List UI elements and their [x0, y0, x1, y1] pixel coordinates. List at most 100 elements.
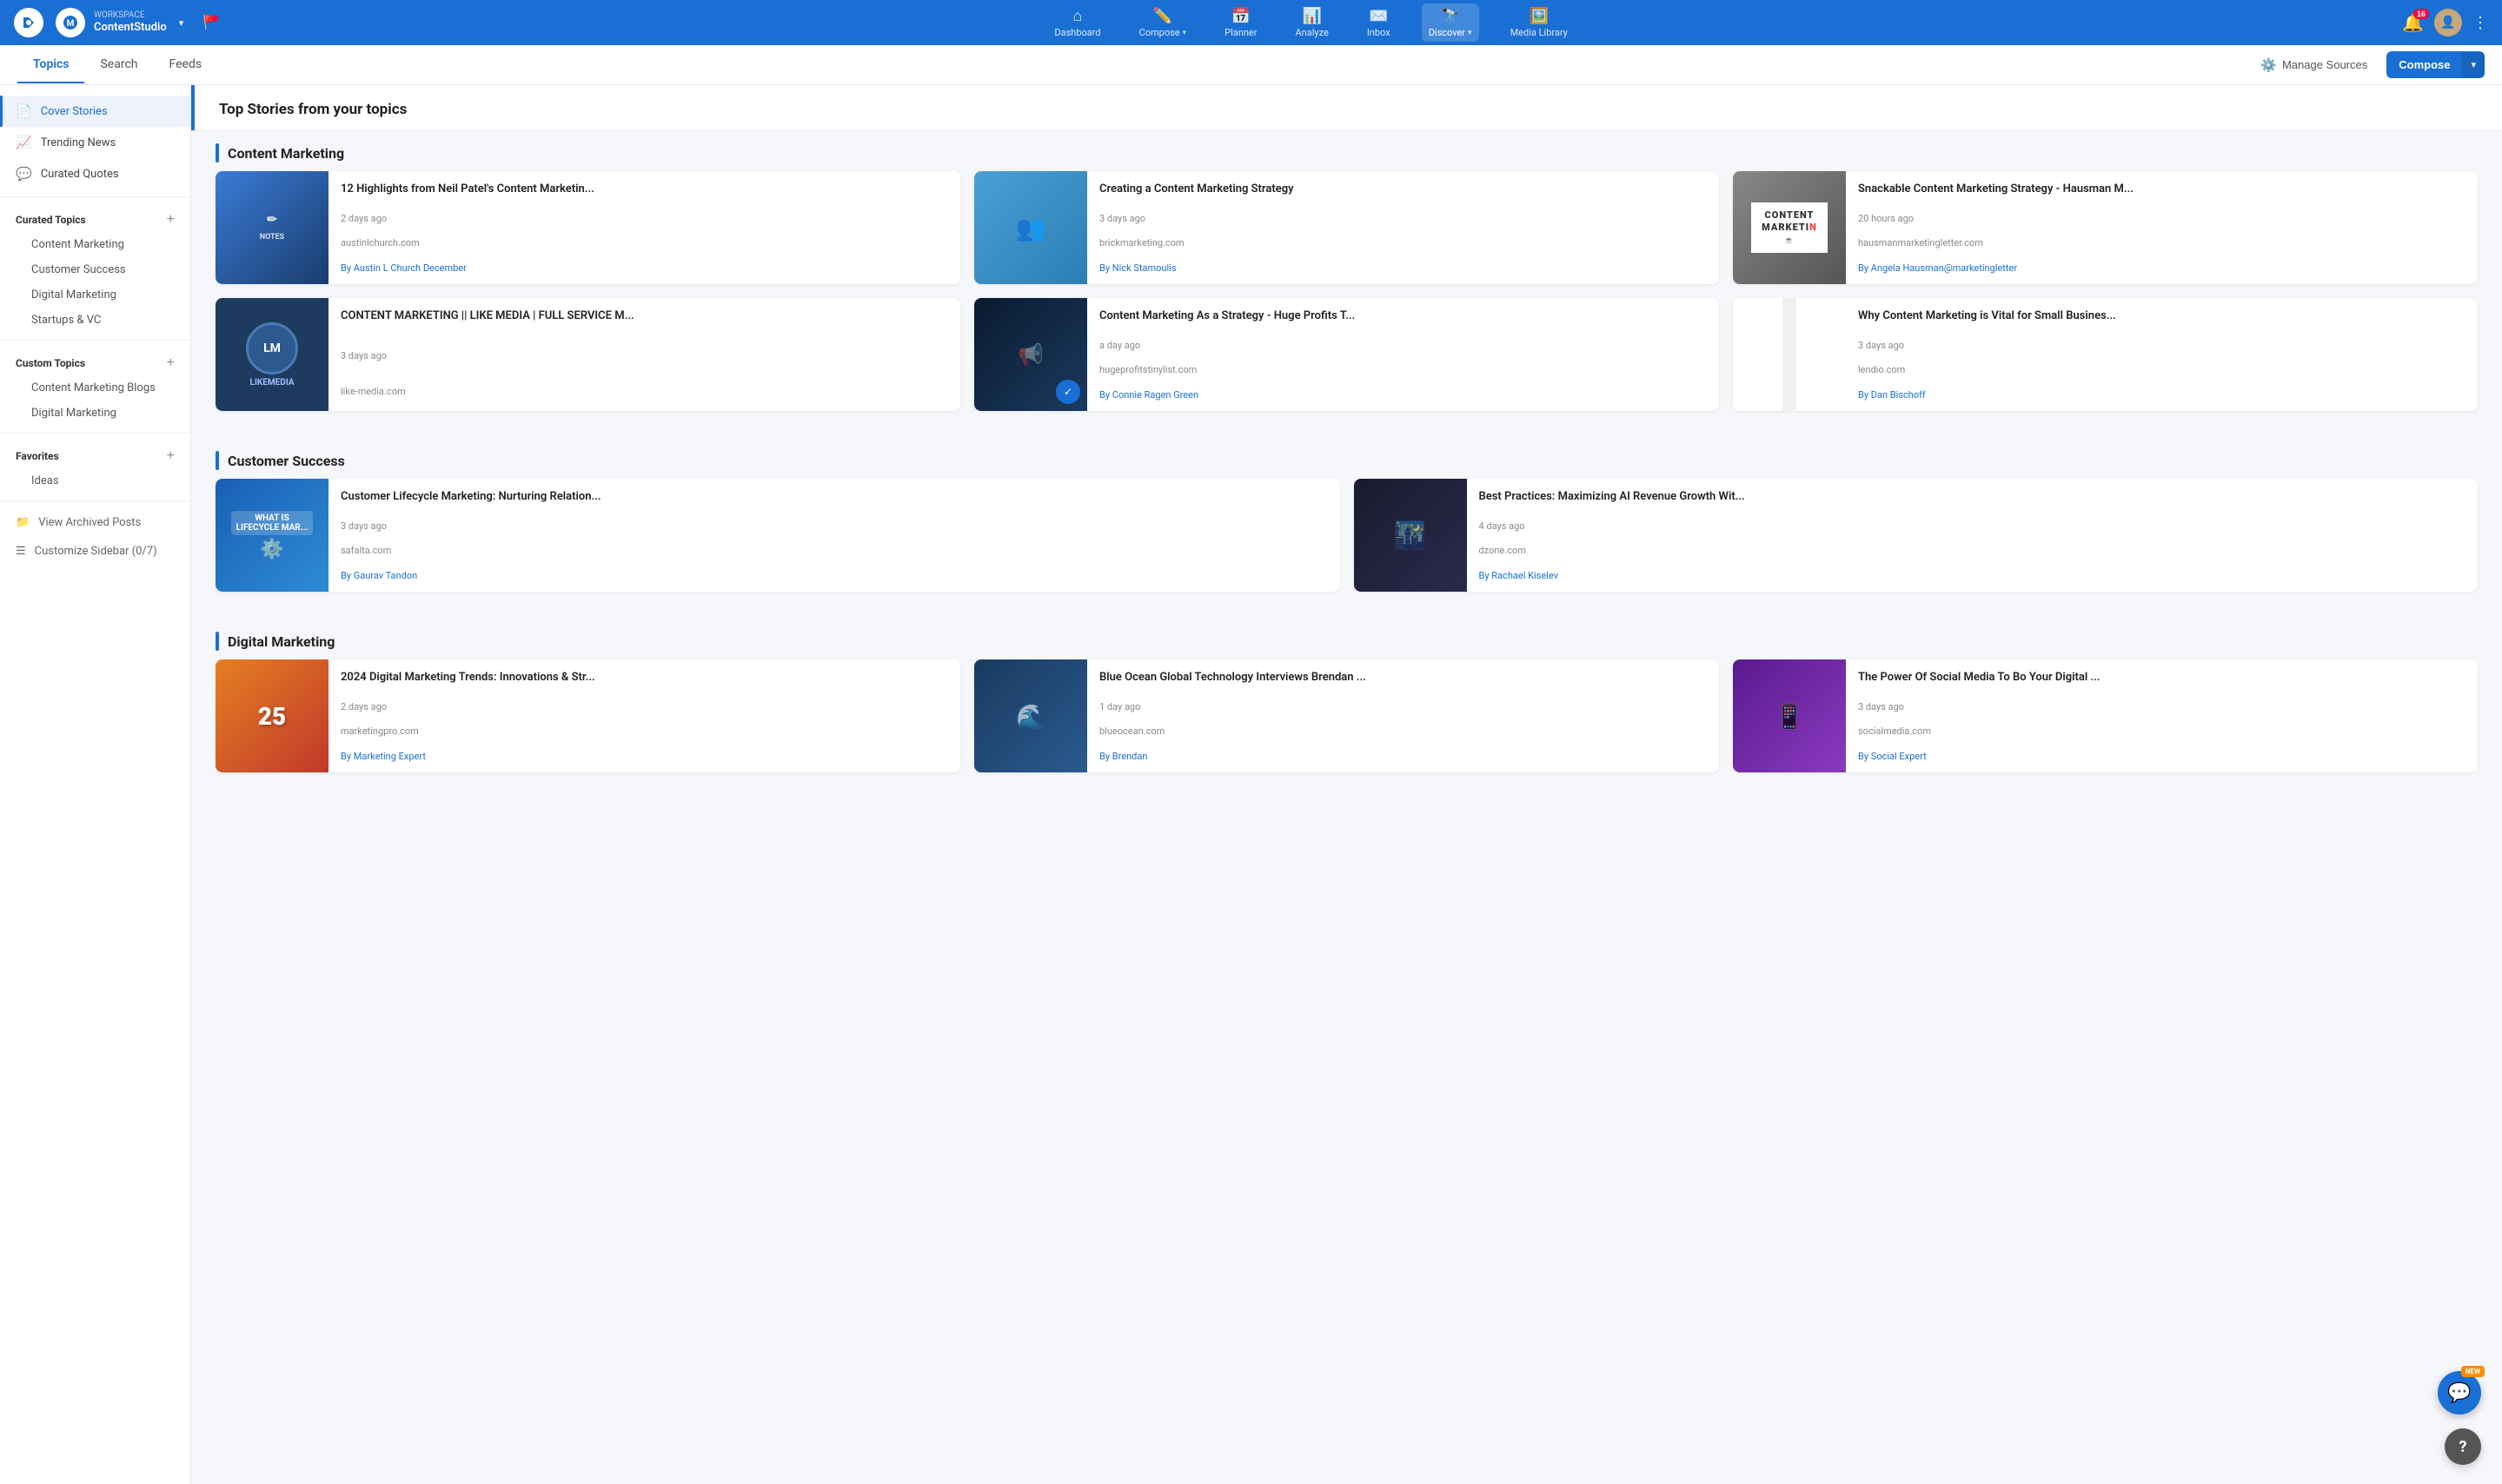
workspace-icon[interactable]: M	[56, 8, 85, 37]
user-avatar[interactable]: 👤	[2434, 9, 2462, 36]
article-card[interactable]: 📢 ✓ Content Marketing As a Strategy - Hu…	[974, 298, 1719, 411]
customize-sidebar-icon: ☰	[16, 545, 26, 558]
article-source: safalta.com	[341, 545, 1328, 556]
tab-topics[interactable]: Topics	[17, 47, 84, 83]
article-author[interactable]: By Austin L Church December	[341, 262, 948, 274]
nav-inbox[interactable]: ✉️ Inbox	[1360, 3, 1397, 42]
nav-inbox-label: Inbox	[1367, 27, 1390, 38]
article-thumbnail: LM LIKEMEDIA	[216, 298, 329, 411]
sidebar-divider-2	[0, 340, 190, 341]
add-favorites-button[interactable]: +	[167, 449, 175, 463]
sidebar-item-digital-marketing[interactable]: Digital Marketing	[0, 282, 190, 308]
flag-dot	[212, 16, 218, 22]
article-title: 12 Highlights from Neil Patel's Content …	[341, 182, 948, 197]
article-info: Creating a Content Marketing Strategy 3 …	[1087, 171, 1719, 284]
article-grid-customer-success: WHAT ISLIFECYCLE MAR... ⚙️ Customer Life…	[191, 479, 2502, 599]
nav-media-library[interactable]: 🖼️ Media Library	[1503, 3, 1575, 42]
sidebar-item-view-archived[interactable]: 📁 View Archived Posts	[0, 508, 190, 537]
sidebar-item-customer-success[interactable]: Customer Success	[0, 257, 190, 282]
sidebar-divider-4	[0, 500, 190, 501]
article-card[interactable]: WHAT ISLIFECYCLE MAR... ⚙️ Customer Life…	[216, 479, 1340, 592]
nav-center: ⌂ Dashboard ✏️ Compose ▾ 📅 Planner 📊 Ana…	[220, 3, 2402, 42]
article-author[interactable]: By Gaurav Tandon	[341, 570, 1328, 581]
article-title: Snackable Content Marketing Strategy - H…	[1858, 182, 2465, 197]
nav-planner[interactable]: 📅 Planner	[1218, 3, 1264, 42]
article-card[interactable]: Why Content Marketing is Vital for Small…	[1733, 298, 2478, 411]
article-source: dzone.com	[1479, 545, 2466, 556]
sidebar-item-digital-marketing-ct[interactable]: Digital Marketing	[0, 401, 190, 426]
top-stories-heading: Top Stories from your topics	[219, 101, 407, 118]
workspace-info[interactable]: WORKSPACE ContentStudio	[94, 10, 167, 35]
main-layout: 📄 Cover Stories 📈 Trending News 💬 Curate…	[0, 85, 2502, 1484]
help-button[interactable]: ?	[2445, 1428, 2481, 1465]
discover-icon: 🔭	[1440, 7, 1459, 25]
nav-compose[interactable]: ✏️ Compose ▾	[1132, 3, 1194, 42]
article-card[interactable]: 👥 Creating a Content Marketing Strategy …	[974, 171, 1719, 284]
nav-analyze[interactable]: 📊 Analyze	[1288, 3, 1335, 42]
article-source: socialmedia.com	[1858, 725, 2465, 737]
section-customer-success: Customer Success WHAT ISLIFECYCLE MAR...…	[191, 439, 2502, 599]
article-author[interactable]: By Angela Hausman@marketingletter	[1858, 262, 2465, 274]
logo-icon[interactable]	[14, 8, 43, 37]
nav-dashboard[interactable]: ⌂ Dashboard	[1047, 3, 1107, 42]
sidebar-item-customize-sidebar[interactable]: ☰ Customize Sidebar (0/7)	[0, 537, 190, 566]
sidebar-item-content-marketing-blogs[interactable]: Content Marketing Blogs	[0, 375, 190, 401]
article-card[interactable]: 📱 The Power Of Social Media To Bo Your D…	[1733, 659, 2478, 772]
article-title: CONTENT MARKETING || LIKE MEDIA | FULL S…	[341, 308, 948, 324]
section-content-marketing: Content Marketing ✏NOTES 12 Highlights f…	[191, 131, 2502, 418]
article-time: 2 days ago	[341, 213, 948, 224]
article-time: a day ago	[1099, 340, 1707, 351]
article-thumbnail: 🌊	[974, 659, 1087, 772]
article-source: like-media.com	[341, 386, 948, 397]
article-source: hugeprofitstinylist.com	[1099, 364, 1707, 375]
flag-button[interactable]: 🚩	[202, 14, 220, 31]
sidebar-item-startups-vc[interactable]: Startups & VC	[0, 308, 190, 333]
sub-nav-tabs: Topics Search Feeds	[17, 47, 2252, 83]
article-time: 20 hours ago	[1858, 213, 2465, 224]
section-title-line	[216, 451, 219, 470]
article-author[interactable]: By Dan Bischoff	[1858, 389, 2465, 401]
article-author[interactable]: By Rachael Kiselev	[1479, 570, 2466, 581]
tab-feeds[interactable]: Feeds	[154, 47, 218, 83]
article-info: Why Content Marketing is Vital for Small…	[1846, 298, 2478, 411]
article-author[interactable]: By Marketing Expert	[341, 751, 948, 762]
workspace-dropdown-icon[interactable]: ▾	[179, 17, 184, 29]
sidebar-item-content-marketing[interactable]: Content Marketing	[0, 232, 190, 257]
sidebar-item-ideas[interactable]: Ideas	[0, 468, 190, 494]
article-info: Customer Lifecycle Marketing: Nurturing …	[329, 479, 1340, 592]
compose-dropdown-button[interactable]: ▾	[2462, 52, 2485, 77]
add-custom-topic-button[interactable]: +	[167, 356, 175, 370]
chatbot-button[interactable]: 💬 NEW	[2438, 1371, 2481, 1414]
sidebar-item-trending-news[interactable]: 📈 Trending News	[0, 127, 190, 158]
manage-sources-button[interactable]: ⚙️ Manage Sources	[2252, 52, 2376, 78]
compose-main-button[interactable]: Compose	[2386, 51, 2462, 78]
notification-bell-button[interactable]: 🔔 16	[2402, 12, 2424, 34]
article-author[interactable]: By Nick Stamoulis	[1099, 262, 1707, 274]
article-source: austinlchurch.com	[341, 237, 948, 248]
article-author[interactable]: By Brendan	[1099, 751, 1707, 762]
article-thumbnail	[1733, 298, 1846, 411]
article-author[interactable]: By Connie Ragen Green	[1099, 389, 1707, 401]
article-card[interactable]: CONTENTMARKETIN☕ Snackable Content Marke…	[1733, 171, 2478, 284]
article-time: 2 days ago	[341, 701, 948, 712]
article-card[interactable]: ✏NOTES 12 Highlights from Neil Patel's C…	[216, 171, 960, 284]
sidebar-item-curated-quotes[interactable]: 💬 Curated Quotes	[0, 158, 190, 189]
article-info: Content Marketing As a Strategy - Huge P…	[1087, 298, 1719, 411]
tab-search[interactable]: Search	[84, 47, 153, 83]
article-thumbnail: 📢 ✓	[974, 298, 1087, 411]
article-card[interactable]: 🌃 Best Practices: Maximizing AI Revenue …	[1354, 479, 2479, 592]
article-card[interactable]: LM LIKEMEDIA CONTENT MARKETING || LIKE M…	[216, 298, 960, 411]
article-grid-content-marketing: ✏NOTES 12 Highlights from Neil Patel's C…	[191, 171, 2502, 418]
article-card[interactable]: 🌊 Blue Ocean Global Technology Interview…	[974, 659, 1719, 772]
sidebar-item-cover-stories[interactable]: 📄 Cover Stories	[0, 96, 190, 127]
add-curated-topic-button[interactable]: +	[167, 213, 175, 227]
more-options-button[interactable]: ⋮	[2472, 14, 2488, 32]
nav-discover[interactable]: 🔭 Discover ▾	[1422, 3, 1479, 42]
sidebar-divider-3	[0, 433, 190, 434]
article-card[interactable]: 25 2024 Digital Marketing Trends: Innova…	[216, 659, 960, 772]
curated-quotes-icon: 💬	[16, 166, 32, 182]
sidebar-divider-1	[0, 196, 190, 197]
article-time: 3 days ago	[1858, 701, 2465, 712]
article-author[interactable]: By Social Expert	[1858, 751, 2465, 762]
article-info: 2024 Digital Marketing Trends: Innovatio…	[329, 659, 960, 772]
